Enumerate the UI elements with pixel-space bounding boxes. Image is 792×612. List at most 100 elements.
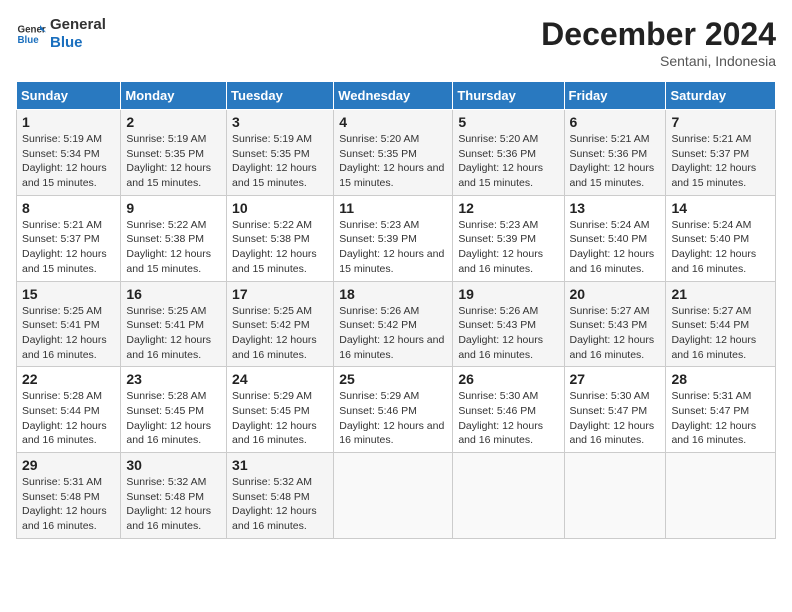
day-number: 15 (22, 286, 115, 302)
calendar-cell: 8 Sunrise: 5:21 AM Sunset: 5:37 PM Daylig… (17, 195, 121, 281)
weekday-tuesday: Tuesday (227, 82, 334, 110)
day-info: Sunrise: 5:19 AM Sunset: 5:35 PM Dayligh… (126, 132, 221, 191)
calendar-cell: 6Sunrise: 5:21 AM Sunset: 5:36 PM Daylig… (564, 110, 666, 196)
day-number: 10 (232, 200, 328, 216)
calendar-cell (564, 453, 666, 539)
day-number: 21 (671, 286, 770, 302)
page-header: General Blue General Blue December 2024 … (16, 16, 776, 69)
day-info: Sunrise: 5:24 AM Sunset: 5:40 PM Dayligh… (570, 218, 661, 277)
calendar-cell (453, 453, 564, 539)
week-row-5: 29 Sunrise: 5:31 AM Sunset: 5:48 PM Dayli… (17, 453, 776, 539)
day-info: Sunrise: 5:19 AM Sunset: 5:34 PM Dayligh… (22, 132, 115, 191)
day-number: 9 (126, 200, 221, 216)
week-row-2: 8 Sunrise: 5:21 AM Sunset: 5:37 PM Daylig… (17, 195, 776, 281)
location: Sentani, Indonesia (541, 53, 776, 69)
day-number: 27 (570, 371, 661, 387)
logo-blue: Blue (50, 34, 106, 52)
day-info: Sunrise: 5:23 AM Sunset: 5:39 PM Dayligh… (339, 218, 447, 277)
month-title: December 2024 (541, 16, 776, 53)
weekday-wednesday: Wednesday (334, 82, 453, 110)
day-info: Sunrise: 5:23 AM Sunset: 5:39 PM Dayligh… (458, 218, 558, 277)
calendar-cell: 1 Sunrise: 5:19 AM Sunset: 5:34 PM Daylig… (17, 110, 121, 196)
day-info: Sunrise: 5:31 AM Sunset: 5:48 PM Dayligh… (22, 475, 115, 534)
day-info: Sunrise: 5:22 AM Sunset: 5:38 PM Dayligh… (232, 218, 328, 277)
calendar-cell: 31 Sunrise: 5:32 AM Sunset: 5:48 PM Dayli… (227, 453, 334, 539)
calendar-cell: 29 Sunrise: 5:31 AM Sunset: 5:48 PM Dayli… (17, 453, 121, 539)
day-number: 17 (232, 286, 328, 302)
day-info: Sunrise: 5:25 AM Sunset: 5:41 PM Dayligh… (22, 304, 115, 363)
calendar-cell: 25Sunrise: 5:29 AM Sunset: 5:46 PM Dayli… (334, 367, 453, 453)
day-number: 30 (126, 457, 221, 473)
day-number: 20 (570, 286, 661, 302)
calendar-cell: 19Sunrise: 5:26 AM Sunset: 5:43 PM Dayli… (453, 281, 564, 367)
calendar-cell: 11 Sunrise: 5:23 AM Sunset: 5:39 PM Dayli… (334, 195, 453, 281)
day-info: Sunrise: 5:28 AM Sunset: 5:45 PM Dayligh… (126, 389, 221, 448)
calendar-cell (334, 453, 453, 539)
day-number: 1 (22, 114, 115, 130)
day-info: Sunrise: 5:32 AM Sunset: 5:48 PM Dayligh… (232, 475, 328, 534)
logo: General Blue General Blue (16, 16, 106, 52)
calendar-cell: 9 Sunrise: 5:22 AM Sunset: 5:38 PM Daylig… (121, 195, 227, 281)
day-info: Sunrise: 5:21 AM Sunset: 5:37 PM Dayligh… (22, 218, 115, 277)
calendar-cell: 12Sunrise: 5:23 AM Sunset: 5:39 PM Dayli… (453, 195, 564, 281)
logo-icon: General Blue (16, 19, 46, 49)
day-number: 13 (570, 200, 661, 216)
day-info: Sunrise: 5:32 AM Sunset: 5:48 PM Dayligh… (126, 475, 221, 534)
week-row-3: 15 Sunrise: 5:25 AM Sunset: 5:41 PM Dayli… (17, 281, 776, 367)
day-number: 23 (126, 371, 221, 387)
calendar-cell: 17 Sunrise: 5:25 AM Sunset: 5:42 PM Dayli… (227, 281, 334, 367)
calendar-cell: 15 Sunrise: 5:25 AM Sunset: 5:41 PM Dayli… (17, 281, 121, 367)
day-info: Sunrise: 5:29 AM Sunset: 5:45 PM Dayligh… (232, 389, 328, 448)
svg-text:Blue: Blue (18, 35, 40, 46)
day-info: Sunrise: 5:26 AM Sunset: 5:42 PM Dayligh… (339, 304, 447, 363)
calendar-cell: 4 Sunrise: 5:20 AM Sunset: 5:35 PM Daylig… (334, 110, 453, 196)
day-number: 2 (126, 114, 221, 130)
week-row-4: 22Sunrise: 5:28 AM Sunset: 5:44 PM Dayli… (17, 367, 776, 453)
day-number: 31 (232, 457, 328, 473)
weekday-monday: Monday (121, 82, 227, 110)
day-number: 18 (339, 286, 447, 302)
day-info: Sunrise: 5:22 AM Sunset: 5:38 PM Dayligh… (126, 218, 221, 277)
calendar-cell: 2 Sunrise: 5:19 AM Sunset: 5:35 PM Daylig… (121, 110, 227, 196)
day-info: Sunrise: 5:27 AM Sunset: 5:43 PM Dayligh… (570, 304, 661, 363)
day-info: Sunrise: 5:25 AM Sunset: 5:42 PM Dayligh… (232, 304, 328, 363)
title-block: December 2024 Sentani, Indonesia (541, 16, 776, 69)
day-number: 26 (458, 371, 558, 387)
calendar-cell: 3Sunrise: 5:19 AM Sunset: 5:35 PM Daylig… (227, 110, 334, 196)
day-number: 3 (232, 114, 328, 130)
weekday-header-row: SundayMondayTuesdayWednesdayThursdayFrid… (17, 82, 776, 110)
day-number: 29 (22, 457, 115, 473)
day-info: Sunrise: 5:30 AM Sunset: 5:47 PM Dayligh… (570, 389, 661, 448)
calendar-body: 1 Sunrise: 5:19 AM Sunset: 5:34 PM Daylig… (17, 110, 776, 539)
calendar-cell: 21Sunrise: 5:27 AM Sunset: 5:44 PM Dayli… (666, 281, 776, 367)
calendar-cell: 24Sunrise: 5:29 AM Sunset: 5:45 PM Dayli… (227, 367, 334, 453)
day-info: Sunrise: 5:20 AM Sunset: 5:35 PM Dayligh… (339, 132, 447, 191)
calendar-table: SundayMondayTuesdayWednesdayThursdayFrid… (16, 81, 776, 539)
day-number: 28 (671, 371, 770, 387)
weekday-friday: Friday (564, 82, 666, 110)
calendar-cell: 10 Sunrise: 5:22 AM Sunset: 5:38 PM Dayli… (227, 195, 334, 281)
day-info: Sunrise: 5:24 AM Sunset: 5:40 PM Dayligh… (671, 218, 770, 277)
calendar-cell: 13 Sunrise: 5:24 AM Sunset: 5:40 PM Dayli… (564, 195, 666, 281)
day-info: Sunrise: 5:20 AM Sunset: 5:36 PM Dayligh… (458, 132, 558, 191)
calendar-cell: 20 Sunrise: 5:27 AM Sunset: 5:43 PM Dayli… (564, 281, 666, 367)
calendar-cell: 30 Sunrise: 5:32 AM Sunset: 5:48 PM Dayli… (121, 453, 227, 539)
day-number: 16 (126, 286, 221, 302)
day-info: Sunrise: 5:26 AM Sunset: 5:43 PM Dayligh… (458, 304, 558, 363)
day-number: 11 (339, 200, 447, 216)
week-row-1: 1 Sunrise: 5:19 AM Sunset: 5:34 PM Daylig… (17, 110, 776, 196)
day-info: Sunrise: 5:29 AM Sunset: 5:46 PM Dayligh… (339, 389, 447, 448)
calendar-cell: 5Sunrise: 5:20 AM Sunset: 5:36 PM Daylig… (453, 110, 564, 196)
day-info: Sunrise: 5:21 AM Sunset: 5:36 PM Dayligh… (570, 132, 661, 191)
logo-general: General (50, 16, 106, 34)
calendar-cell: 22Sunrise: 5:28 AM Sunset: 5:44 PM Dayli… (17, 367, 121, 453)
calendar-cell: 16 Sunrise: 5:25 AM Sunset: 5:41 PM Dayli… (121, 281, 227, 367)
day-number: 4 (339, 114, 447, 130)
day-info: Sunrise: 5:25 AM Sunset: 5:41 PM Dayligh… (126, 304, 221, 363)
day-info: Sunrise: 5:21 AM Sunset: 5:37 PM Dayligh… (671, 132, 770, 191)
day-info: Sunrise: 5:30 AM Sunset: 5:46 PM Dayligh… (458, 389, 558, 448)
calendar-cell: 28Sunrise: 5:31 AM Sunset: 5:47 PM Dayli… (666, 367, 776, 453)
calendar-cell (666, 453, 776, 539)
weekday-saturday: Saturday (666, 82, 776, 110)
day-number: 8 (22, 200, 115, 216)
